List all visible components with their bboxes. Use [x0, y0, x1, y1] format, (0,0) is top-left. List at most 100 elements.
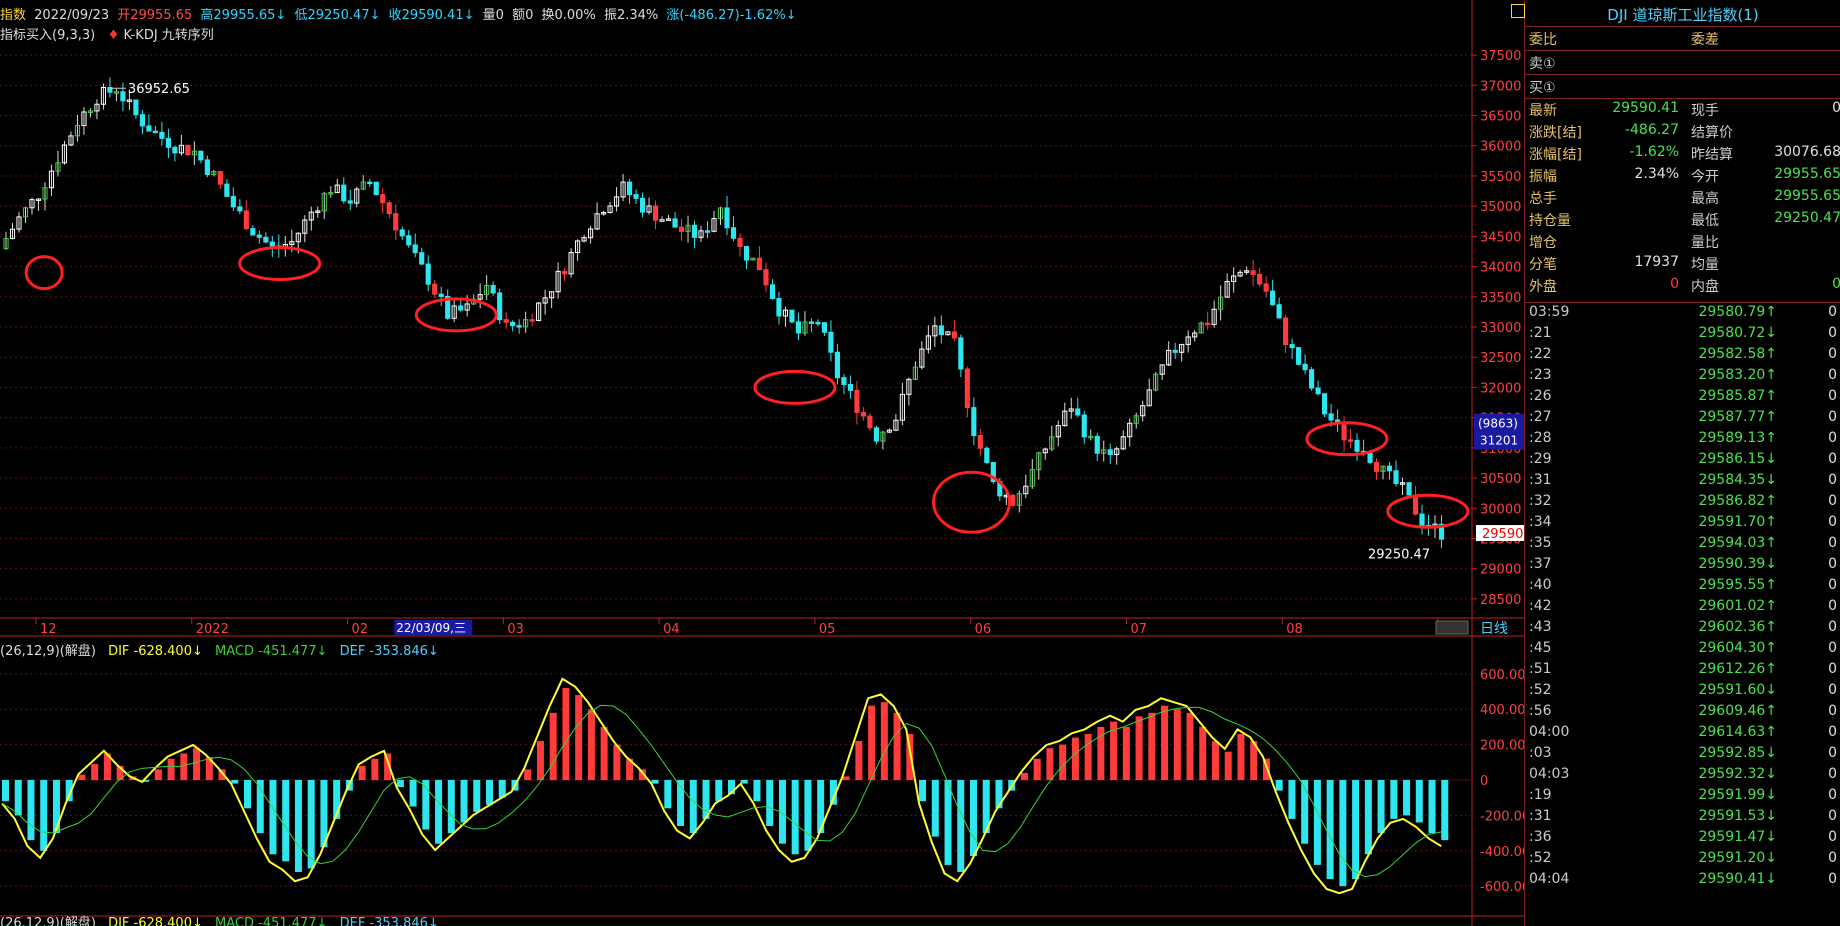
macd-bar [154, 769, 162, 780]
scroll-handle[interactable] [1435, 620, 1469, 635]
macd-bar [167, 758, 175, 780]
crosshair-top: (9863) [1478, 417, 1518, 431]
candle-body [873, 427, 879, 442]
tick-row: 04:03 29592.32↓ 0 [1529, 766, 1837, 787]
macd-bar [753, 780, 761, 802]
candlestick-chart[interactable]: 37500 37000 36500 36000 35500 35000 34500 34000… [0, 0, 1524, 926]
wei-cha-label: 委差 [1691, 32, 1719, 48]
tick-price: 29586.82↑ [1698, 493, 1777, 509]
tick-price: 29609.46↑ [1698, 703, 1777, 719]
candle-body [626, 181, 633, 196]
tick-row: :51 29612.26↑ 0 [1529, 661, 1837, 682]
candle-body [938, 325, 944, 336]
tick-volume: 0 [1828, 682, 1837, 698]
candle-body [269, 241, 275, 247]
tick-time: :34 [1529, 514, 1552, 530]
candle-body [432, 283, 438, 295]
quote-value-2: 29955.65 [1774, 166, 1840, 182]
tick-time: :35 [1529, 535, 1552, 551]
tick-time: 03:59 [1529, 304, 1570, 320]
tick-time: :21 [1529, 325, 1552, 341]
y-tick-label: 37000 [1480, 79, 1521, 94]
candle-body [529, 319, 535, 322]
candle-body [497, 292, 503, 321]
quote-label-2: 昨结算 [1691, 147, 1733, 163]
macd-bar [307, 780, 315, 869]
macd-bar [1339, 780, 1347, 887]
candle-body [854, 389, 860, 413]
macd-title-2: (26,12,9)(解盘) [0, 916, 96, 926]
tick-price: 29585.87↑ [1698, 388, 1777, 404]
tick-price: 29582.58↑ [1698, 346, 1777, 362]
tick-volume: 0 [1828, 514, 1837, 530]
dea-value: DEF -353.846↓ [339, 644, 439, 659]
period-label[interactable]: 日线 [1480, 621, 1508, 637]
tick-row: 03:59 29580.79↑ 0 [1529, 304, 1837, 325]
macd-bar [600, 726, 608, 780]
macd-bar [1390, 780, 1398, 819]
quote-value: 29590.41 [1612, 100, 1679, 116]
tick-price: 29591.20↓ [1698, 850, 1777, 866]
x-tick-label: 12 [40, 622, 57, 637]
candle-body [977, 434, 983, 449]
tick-row: :43 29602.36↑ 0 [1529, 619, 1837, 640]
panel-toggle-icon[interactable] [1511, 4, 1525, 18]
signal-circle [1305, 421, 1389, 457]
tick-time: :27 [1529, 409, 1552, 425]
macd-bar [447, 780, 455, 834]
quote-row: 外盘 0 内盘 0 [1529, 276, 1840, 297]
macd-value-2: MACD -451.477↓ [215, 916, 328, 926]
y-tick-label: 34500 [1480, 230, 1521, 245]
tick-time: :26 [1529, 388, 1552, 404]
candle-body [847, 383, 853, 391]
candle-body [425, 263, 431, 285]
quote-label-2: 最高 [1691, 191, 1719, 207]
x-tick-label: 03 [507, 622, 524, 637]
candle-body [821, 322, 828, 333]
candle-body [958, 337, 964, 370]
candle-body [256, 234, 262, 238]
candle-body [146, 125, 152, 132]
tick-volume: 0 [1828, 451, 1837, 467]
macd-bar [1046, 748, 1054, 780]
tick-row: :19 29591.99↓ 0 [1529, 787, 1837, 808]
macd-bar [1071, 737, 1079, 780]
candle-body [724, 207, 730, 229]
tick-price: 29591.47↓ [1698, 829, 1777, 845]
tick-row: :42 29601.02↑ 0 [1529, 598, 1837, 619]
tick-volume: 0 [1828, 724, 1837, 740]
macd-bar [651, 780, 659, 784]
candle-body [1373, 461, 1380, 472]
tick-time: :29 [1529, 451, 1552, 467]
macd-bar [1186, 712, 1194, 780]
wei-bi-label: 委比 [1529, 32, 1557, 48]
candle-body [860, 411, 866, 417]
macd-bar [78, 774, 86, 780]
quote-label: 涨幅[结] [1529, 147, 1582, 163]
macd-bar [1020, 772, 1028, 780]
quote-row: 分笔 17937 均量 [1529, 254, 1837, 275]
tick-time: :22 [1529, 346, 1552, 362]
candle-body [789, 309, 795, 323]
candle-body [808, 321, 815, 324]
tick-volume: 0 [1828, 766, 1837, 782]
macd-bar [473, 780, 481, 812]
tick-row: :36 29591.47↓ 0 [1529, 829, 1837, 850]
tick-time: 04:00 [1529, 724, 1570, 740]
signal-circle [932, 470, 1012, 534]
dif-value-2: DIF -628.400↓ [108, 916, 203, 926]
y-tick-label: 35500 [1480, 170, 1521, 185]
candle-body [971, 407, 977, 436]
macd-bar [269, 780, 277, 855]
trading-chart-app: 指数 2022/09/23 开29955.65 高29955.65↓ 低2925… [0, 0, 1840, 926]
quote-label: 持仓量 [1529, 213, 1571, 229]
tick-volume: 0 [1828, 619, 1837, 635]
macd-bar [689, 780, 697, 834]
quote-label-2: 结算价 [1691, 125, 1733, 141]
macd-bar [1415, 780, 1423, 823]
macd-bar [1428, 780, 1436, 834]
tick-volume: 0 [1828, 367, 1837, 383]
tick-price: 29591.60↓ [1698, 682, 1777, 698]
candle-body [490, 284, 496, 294]
macd-bar [1224, 751, 1232, 780]
